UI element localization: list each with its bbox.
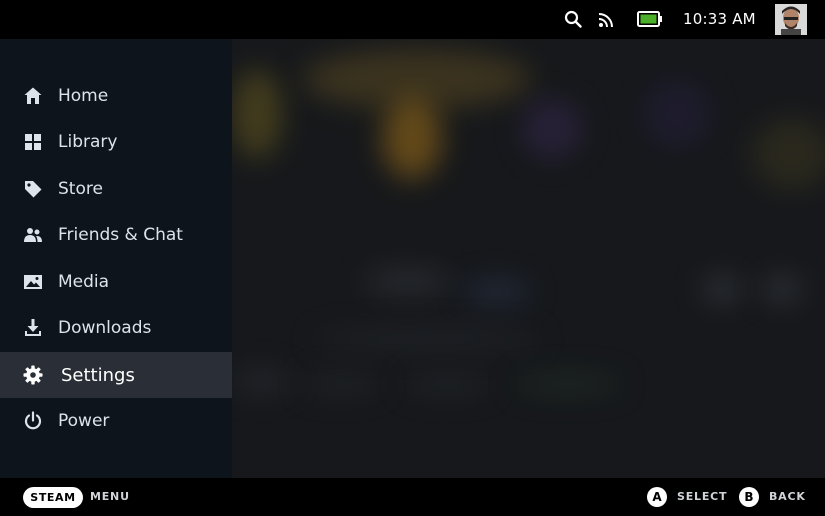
people-icon xyxy=(24,228,42,242)
menu-item-home[interactable]: Home xyxy=(0,73,232,119)
home-icon xyxy=(24,87,42,104)
avatar[interactable] xyxy=(775,4,807,35)
controller-hint-bar: STEAM MENU A SELECT B BACK xyxy=(0,478,825,516)
menu-item-label: Power xyxy=(58,411,110,431)
main-menu: Home Library Store Friends & Chat Media … xyxy=(0,39,232,478)
download-icon xyxy=(25,319,41,336)
menu-item-label: Home xyxy=(58,86,109,106)
menu-item-store[interactable]: Store xyxy=(0,166,232,212)
power-icon xyxy=(24,411,42,430)
status-bar: 10:33 AM xyxy=(0,0,825,39)
image-icon xyxy=(24,275,42,289)
steam-button[interactable]: STEAM xyxy=(23,487,83,508)
menu-item-downloads[interactable]: Downloads xyxy=(0,305,232,351)
battery-icon xyxy=(637,11,662,27)
gear-icon xyxy=(23,365,43,385)
menu-item-label: Store xyxy=(58,179,103,199)
select-hint-label: SELECT xyxy=(677,490,728,503)
menu-item-label: Media xyxy=(58,272,110,292)
clock: 10:33 AM xyxy=(683,10,756,28)
menu-hint-label: MENU xyxy=(90,490,130,503)
menu-item-label: Downloads xyxy=(58,318,152,338)
menu-item-label: Settings xyxy=(61,364,135,386)
grid-icon xyxy=(25,134,41,150)
network-icon xyxy=(598,13,613,28)
menu-item-settings[interactable]: Settings xyxy=(0,352,232,398)
menu-item-label: Library xyxy=(58,132,118,152)
tag-icon xyxy=(25,181,42,198)
b-button-icon[interactable]: B xyxy=(739,487,759,507)
blurred-background xyxy=(232,39,825,478)
menu-item-friends-chat[interactable]: Friends & Chat xyxy=(0,212,232,258)
menu-item-label: Friends & Chat xyxy=(58,225,183,245)
search-icon[interactable] xyxy=(564,10,582,28)
menu-item-library[interactable]: Library xyxy=(0,119,232,165)
a-button-icon[interactable]: A xyxy=(647,487,667,507)
menu-item-media[interactable]: Media xyxy=(0,259,232,305)
back-hint-label: BACK xyxy=(769,490,806,503)
menu-item-power[interactable]: Power xyxy=(0,398,232,444)
